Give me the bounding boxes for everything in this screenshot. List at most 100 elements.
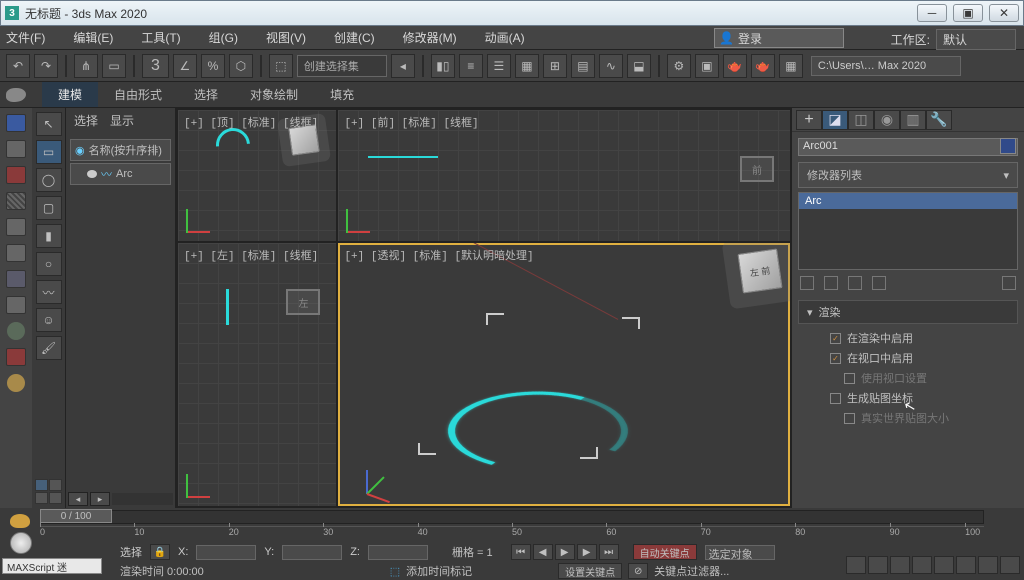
selection-region[interactable]: ⬚ [269,54,293,78]
close-button[interactable]: ✕ [989,4,1019,22]
sphere-icon[interactable] [7,374,25,392]
maximize-vp-button[interactable] [912,556,932,574]
modifier-list-dropdown[interactable]: 修改器列表 ▾ [798,162,1018,188]
pan-button[interactable] [846,556,866,574]
scene-item[interactable]: 〰 Arc [70,163,171,185]
chk-realworld[interactable]: 真实世界贴图大小 [830,408,1012,428]
tab-modeling[interactable]: 建模 [42,82,98,107]
selection-set-field[interactable]: 创建选择集 [297,55,387,77]
y-field[interactable] [282,545,342,560]
undo-button[interactable]: ↶ [6,54,30,78]
menu-create[interactable]: 创建(C) [334,29,375,46]
goto-start[interactable]: ⏮ [511,544,531,560]
wave-icon[interactable] [6,296,26,314]
minimize-button[interactable]: ─ [917,4,947,22]
tab-selection[interactable]: 选择 [178,82,234,107]
remove-icon[interactable] [872,276,886,290]
circle-tool[interactable]: ○ [36,252,62,276]
menu-file[interactable]: 文件(F) [6,29,45,46]
poly-thumb[interactable] [35,479,48,491]
scene-next[interactable]: ▸ [90,492,110,506]
material-editor-button[interactable]: ⬓ [627,54,651,78]
menu-modifier[interactable]: 修改器(M) [403,29,457,46]
workspace-value[interactable]: 默认 [936,29,1016,50]
show-end-icon[interactable] [824,276,838,290]
move-tool[interactable]: ↖ [36,112,62,136]
time-ruler[interactable]: 0 10 20 30 40 50 60 70 80 90 100 [40,526,984,542]
viewcube-front[interactable]: 前 [740,156,774,182]
menu-edit[interactable]: 编辑(E) [73,29,113,46]
grid-icon[interactable] [6,244,26,262]
list-icon[interactable] [6,218,26,236]
zoom-extents-button[interactable] [934,556,954,574]
play-button[interactable]: ▶ [555,544,575,560]
viewport-perspective[interactable]: [+] [透视] [标准] [默认明暗处理] 左 前 [338,243,790,506]
rect-tool[interactable]: ▢ [36,196,62,220]
circle-icon[interactable] [7,322,25,340]
make-unique-icon[interactable] [848,276,862,290]
hatch-icon[interactable] [6,192,26,210]
tab-object-paint[interactable]: 对象绘制 [234,82,314,107]
setkey-button[interactable]: 设置关键点 [558,563,622,579]
selset-prev[interactable]: ◂ [391,54,415,78]
cloud-icon[interactable] [6,140,26,158]
visibility-icon[interactable] [87,170,97,178]
menu-group[interactable]: 组(G) [209,29,238,46]
key-target[interactable]: 选定对象 [705,545,775,560]
align-button[interactable]: ≡ [459,54,483,78]
scene-tab-display[interactable]: 显示 [110,112,134,129]
login-field[interactable]: 👤 登录 [714,28,844,48]
scene-tab-select[interactable]: 选择 [74,112,98,129]
link-button[interactable]: ⋔ [74,54,98,78]
select-button[interactable]: ▭ [102,54,126,78]
vp-top-label[interactable]: [+] [顶] [标准] [线框] [184,114,318,130]
tab-populate[interactable]: 填充 [314,82,370,107]
render-frame-button[interactable]: ▣ [695,54,719,78]
motion-tab[interactable]: ◉ [874,110,900,130]
layers-button[interactable]: ☰ [487,54,511,78]
red-panel-icon[interactable] [6,166,26,184]
chk-enable-render[interactable]: 在渲染中启用 [830,328,1012,348]
chk-enable-viewport[interactable]: 在视口中启用 [830,348,1012,368]
render-setup-button[interactable]: ⚙ [667,54,691,78]
grid-button[interactable]: ▦ [779,54,803,78]
viewport-front[interactable]: [+] [前] [标准] [线框] 前 [338,110,790,241]
rollout-header[interactable]: ▾ 渲染 [798,300,1018,324]
chk-vp-settings[interactable]: 使用视口设置 [830,368,1012,388]
mirror-button[interactable]: ▮▯ [431,54,455,78]
lock-button[interactable]: 🔒 [150,544,170,560]
dope-sheet-button[interactable]: ▤ [571,54,595,78]
paint-tool[interactable]: 🖌 [36,336,62,360]
sphere-bottom-icon[interactable] [10,532,32,554]
menu-anim[interactable]: 动画(A) [485,29,525,46]
min-max-button[interactable] [1000,556,1020,574]
modifier-stack[interactable]: Arc [798,192,1018,270]
vp-persp-label[interactable]: [+] [透视] [标准] [默认明暗处理] [344,247,533,263]
scene-sort-row[interactable]: ◉ 名称(按升序排) [70,139,171,161]
time-slider-thumb[interactable]: 0 / 100 [40,509,112,523]
lasso-tool[interactable]: ◯ [36,168,62,192]
tab-freeform[interactable]: 自由形式 [98,82,178,107]
redo-button[interactable]: ↷ [34,54,58,78]
zoom-button[interactable] [868,556,888,574]
z-field[interactable] [368,545,428,560]
fov-button[interactable] [956,556,976,574]
autokey-button[interactable]: 自动关键点 [633,544,697,560]
workspace-selector[interactable]: 工作区: 默认 [891,29,1016,50]
viewport-top[interactable]: [+] [顶] [标准] [线框] [178,110,336,241]
spinner-snap[interactable]: ⬡ [229,54,253,78]
vp-front-label[interactable]: [+] [前] [标准] [线框] [344,114,478,130]
figure-tool[interactable]: ☺ [36,308,62,332]
render-button[interactable]: 🫖 [723,54,747,78]
snap-toggle[interactable]: 3 [142,54,169,78]
bulb-icon[interactable] [6,270,26,288]
object-name-field[interactable]: Arc001 [798,138,1018,156]
brush-tool[interactable]: 〰 [36,280,62,304]
project-path[interactable]: C:\Users\… Max 2020 [811,56,961,76]
viewport-left[interactable]: [+] [左] [标准] [线框] 左 [178,243,336,506]
configure-icon[interactable] [1002,276,1016,290]
create-tab[interactable]: + [796,110,822,130]
camera-tool[interactable]: ▮ [36,224,62,248]
pin-icon[interactable] [800,276,814,290]
key-mode[interactable]: ⊘ [628,563,648,579]
